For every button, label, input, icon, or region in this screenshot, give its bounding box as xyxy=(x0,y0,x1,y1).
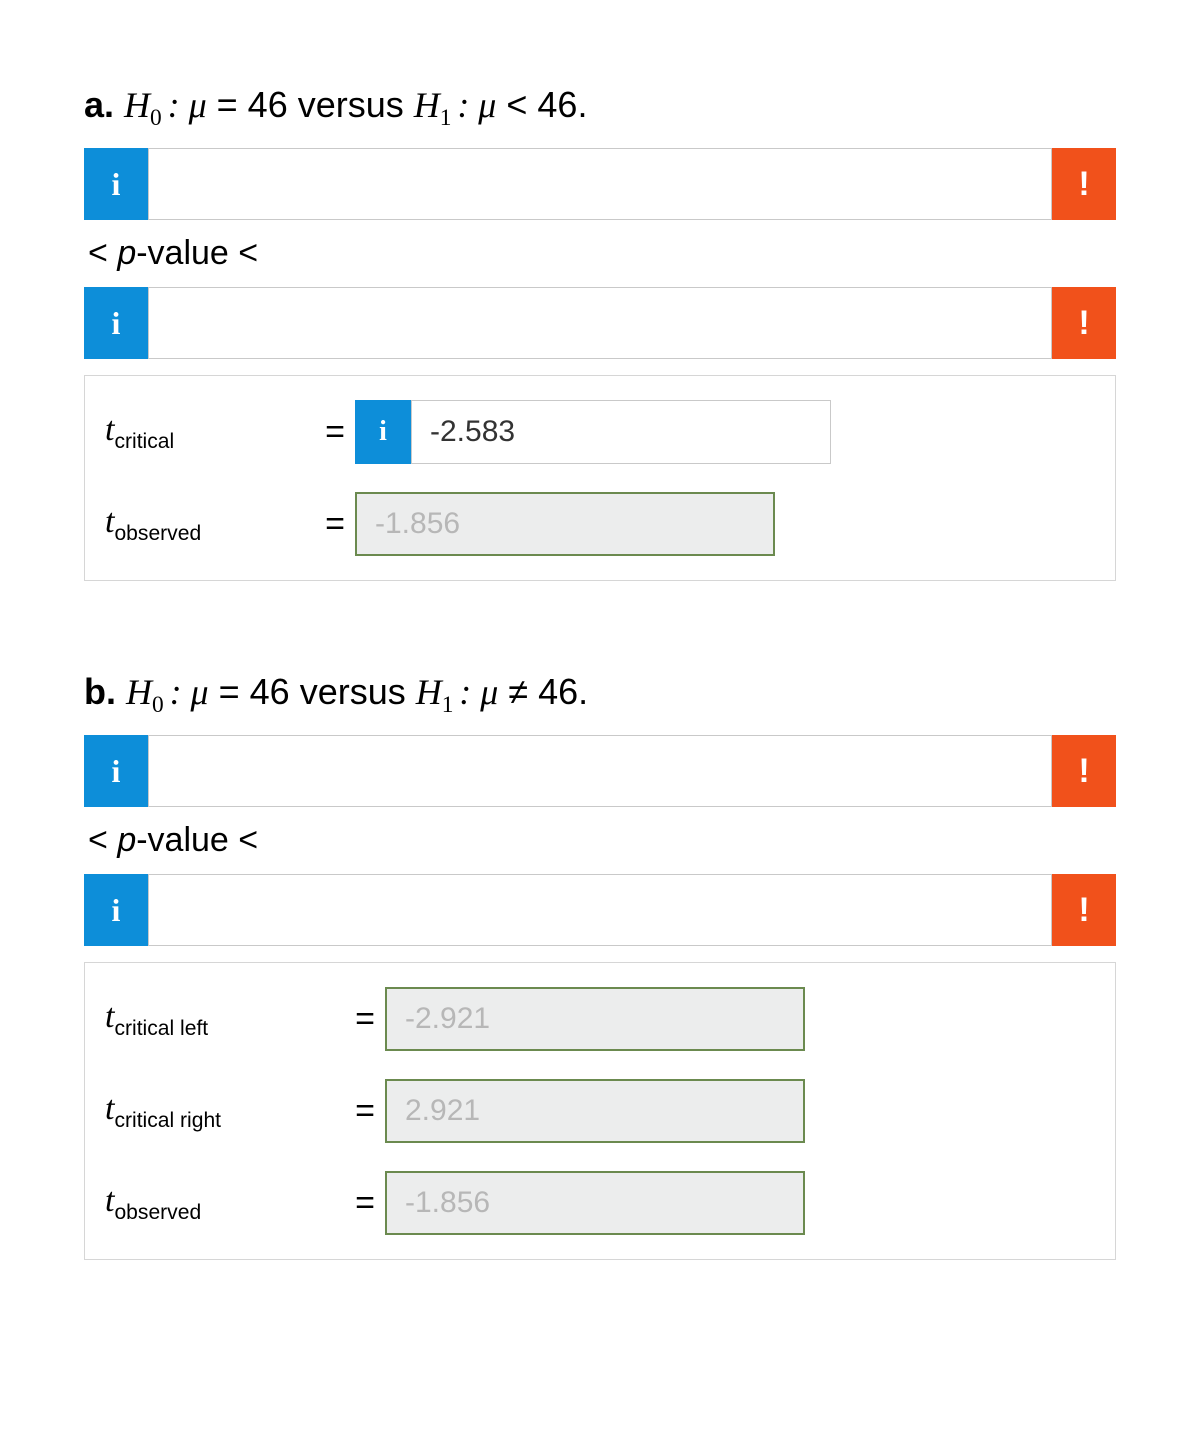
warn-icon[interactable]: ! xyxy=(1052,735,1116,807)
b-pvalue-upper-input[interactable] xyxy=(148,874,1052,946)
warn-icon[interactable]: ! xyxy=(1052,287,1116,359)
warn-icon[interactable]: ! xyxy=(1052,874,1116,946)
info-icon[interactable]: i xyxy=(84,874,148,946)
equals-sign: = xyxy=(315,413,355,452)
a-tcritical-value-wrap: i -2.583 xyxy=(355,400,831,464)
info-icon[interactable]: i xyxy=(355,400,411,464)
a-pvalue-upper-row: i ! xyxy=(84,287,1116,359)
a-tobserved-value: -1.856 xyxy=(355,492,775,556)
a-tobserved-row: tobserved = -1.856 xyxy=(105,492,1095,556)
part-a-prefix: a. xyxy=(84,84,114,125)
b-pvalue-lower-row: i ! xyxy=(84,735,1116,807)
b-tcritical-right-row: tcritical right = 2.921 xyxy=(105,1079,1095,1143)
hypothesis-b: b. H0 : μ = 46 versus H1 : μ ≠ 46. xyxy=(84,671,1116,719)
equals-sign: = xyxy=(345,1000,385,1039)
a-pvalue-upper-input[interactable] xyxy=(148,287,1052,359)
a-pvalue-lower-row: i ! xyxy=(84,148,1116,220)
a-pvalue-label: < p-value < xyxy=(88,234,1116,273)
a-tobserved-label: tobserved xyxy=(105,503,315,546)
b-pvalue-upper-row: i ! xyxy=(84,874,1116,946)
a-tcritical-row: tcritical = i -2.583 xyxy=(105,400,1095,464)
hypothesis-a: a. H0 : μ = 46 versus H1 : μ < 46. xyxy=(84,84,1116,132)
a-tcritical-value[interactable]: -2.583 xyxy=(411,400,831,464)
equals-sign: = xyxy=(345,1092,385,1131)
a-pvalue-lower-input[interactable] xyxy=(148,148,1052,220)
info-icon[interactable]: i xyxy=(84,148,148,220)
b-tcritical-right-value: 2.921 xyxy=(385,1079,805,1143)
equals-sign: = xyxy=(345,1184,385,1223)
info-icon[interactable]: i xyxy=(84,735,148,807)
equals-sign: = xyxy=(315,505,355,544)
a-tcritical-label: tcritical xyxy=(105,411,315,454)
b-pvalue-label: < p-value < xyxy=(88,821,1116,860)
b-tcritical-right-label: tcritical right xyxy=(105,1090,345,1133)
b-tcritical-left-label: tcritical left xyxy=(105,998,345,1041)
info-icon[interactable]: i xyxy=(84,287,148,359)
b-t-box: tcritical left = -2.921 tcritical right … xyxy=(84,962,1116,1260)
b-tobserved-value: -1.856 xyxy=(385,1171,805,1235)
b-tobserved-row: tobserved = -1.856 xyxy=(105,1171,1095,1235)
warn-icon[interactable]: ! xyxy=(1052,148,1116,220)
b-tobserved-label: tobserved xyxy=(105,1182,345,1225)
a-t-box: tcritical = i -2.583 tobserved = -1.856 xyxy=(84,375,1116,581)
b-tcritical-left-value: -2.921 xyxy=(385,987,805,1051)
b-pvalue-lower-input[interactable] xyxy=(148,735,1052,807)
part-b-prefix: b. xyxy=(84,671,116,712)
b-tcritical-left-row: tcritical left = -2.921 xyxy=(105,987,1095,1051)
